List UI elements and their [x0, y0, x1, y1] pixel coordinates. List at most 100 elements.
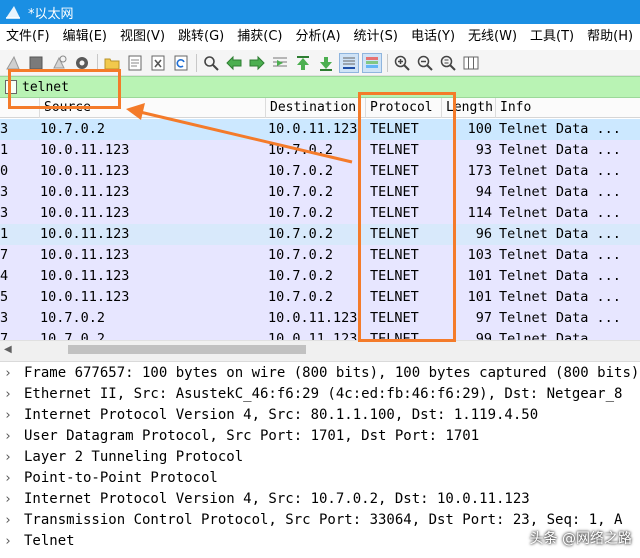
packet-info: Telnet Data ...: [499, 142, 621, 158]
packet-row[interactable]: 7 10.7.0.2 10.0.11.123 TELNET 99 Telnet Data …: [0, 329, 640, 340]
packet-destination: 10.7.0.2: [268, 163, 334, 179]
packet-number: 1: [0, 226, 9, 242]
packet-number: 3: [0, 205, 9, 221]
menu-item[interactable]: 分析(A): [289, 24, 347, 50]
zoom-in-icon[interactable]: [392, 53, 412, 73]
details-tree-item[interactable]: › Ethernet II, Src: AsustekC_46:f6:29 (4c…: [0, 384, 640, 405]
menu-item[interactable]: 编辑(E): [57, 24, 114, 50]
packet-row[interactable]: 4 10.0.11.123 10.7.0.2 TELNET 101 Telnet Data…: [0, 266, 640, 287]
packet-row[interactable]: 3 10.7.0.2 10.0.11.123 TELNET 97 Telnet Data …: [0, 308, 640, 329]
packet-info: Telnet Data ...: [499, 289, 621, 305]
menu-item[interactable]: 统计(S): [348, 24, 405, 50]
toolbar-separator: [196, 53, 197, 72]
details-tree-item[interactable]: › Point-to-Point Protocol: [0, 468, 640, 489]
packet-info: Telnet Data ...: [499, 331, 621, 340]
packet-info: Telnet Data ...: [499, 310, 621, 326]
details-tree-item[interactable]: › User Datagram Protocol, Src Port: 1701,…: [0, 426, 640, 447]
menu-bar: 文件(F) 编辑(E) 视图(V) 跳转(G) 捕获(C) 分析(A) 统计(S) 电话(Y)…: [0, 24, 640, 50]
expand-chevron-icon[interactable]: ›: [4, 489, 18, 510]
wireshark-fin-icon: [2, 1, 24, 23]
go-forward-icon[interactable]: [247, 53, 267, 73]
expand-chevron-icon[interactable]: ›: [4, 447, 18, 468]
packet-destination: 10.7.0.2: [268, 142, 334, 158]
zoom-reset-icon[interactable]: [438, 53, 458, 73]
packet-row[interactable]: 1 10.0.11.123 10.7.0.2 TELNET 96 Telnet Data …: [0, 224, 640, 245]
details-tree-label: User Datagram Protocol, Src Port: 1701, …: [24, 428, 480, 444]
details-tree-label: Internet Protocol Version 4, Src: 80.1.1…: [24, 407, 539, 423]
menu-item[interactable]: 跳转(G): [172, 24, 231, 50]
packet-info: Telnet Data ...: [499, 226, 621, 242]
packet-destination: 10.7.0.2: [268, 205, 334, 221]
menu-item[interactable]: 无线(W): [462, 24, 524, 50]
details-tree-item[interactable]: › Internet Protocol Version 4, Src: 10.7.…: [0, 489, 640, 510]
packet-row[interactable]: 3 10.0.11.123 10.7.0.2 TELNET 94 Telnet Data …: [0, 182, 640, 203]
packet-source: 10.0.11.123: [40, 289, 130, 305]
packet-source: 10.0.11.123: [40, 184, 130, 200]
packet-number: 4: [0, 268, 9, 284]
go-last-packet-icon[interactable]: [316, 53, 336, 73]
packet-destination: 10.0.11.123: [268, 310, 358, 326]
packet-row[interactable]: 5 10.0.11.123 10.7.0.2 TELNET 101 Telnet Data…: [0, 287, 640, 308]
packet-row[interactable]: 7 10.0.11.123 10.7.0.2 TELNET 103 Telnet Data…: [0, 245, 640, 266]
packet-row[interactable]: 1 10.0.11.123 10.7.0.2 TELNET 93 Telnet Data …: [0, 140, 640, 161]
expand-chevron-icon[interactable]: ›: [4, 510, 18, 531]
packet-number: 3: [0, 310, 9, 326]
reload-file-icon[interactable]: [171, 53, 191, 73]
window-title: *以太网: [28, 6, 74, 22]
menu-item[interactable]: 帮助(H): [581, 24, 640, 50]
scroll-left-arrow-icon[interactable]: ◀: [4, 344, 12, 355]
packet-info: Telnet Data ...: [499, 247, 621, 263]
details-tree-item[interactable]: › Layer 2 Tunneling Protocol: [0, 447, 640, 468]
column-header-info[interactable]: Info: [496, 98, 640, 118]
title-bar: *以太网: [0, 0, 640, 24]
packet-info: Telnet Data ...: [499, 184, 621, 200]
packet-number: 7: [0, 331, 9, 340]
packet-source: 10.7.0.2: [40, 331, 106, 340]
save-file-icon[interactable]: [125, 53, 145, 73]
packet-destination: 10.0.11.123: [268, 121, 358, 137]
details-tree-label: Point-to-Point Protocol: [24, 470, 218, 486]
resize-columns-icon[interactable]: [461, 53, 481, 73]
expand-chevron-icon[interactable]: ›: [4, 468, 18, 489]
menu-item[interactable]: 视图(V): [114, 24, 172, 50]
close-file-icon[interactable]: [148, 53, 168, 73]
go-to-packet-icon[interactable]: [270, 53, 290, 73]
packet-list-horizontal-scrollbar[interactable]: ◀: [0, 340, 640, 356]
packet-number: 7: [0, 247, 9, 263]
packet-row[interactable]: 3 10.7.0.2 10.0.11.123 TELNET 100 Telnet Data…: [0, 119, 640, 140]
column-header-destination[interactable]: Destination: [266, 98, 366, 118]
packet-source: 10.0.11.123: [40, 163, 130, 179]
packet-number: 3: [0, 184, 9, 200]
expand-chevron-icon[interactable]: ›: [4, 426, 18, 447]
packet-source: 10.7.0.2: [40, 121, 106, 137]
expand-chevron-icon[interactable]: ›: [4, 531, 18, 552]
menu-item[interactable]: 文件(F): [0, 24, 57, 50]
expand-chevron-icon[interactable]: ›: [4, 384, 18, 405]
packet-destination: 10.7.0.2: [268, 268, 334, 284]
packet-list: Source Destination Protocol Length Info …: [0, 98, 640, 340]
packet-destination: 10.0.11.123: [268, 331, 358, 340]
packet-source: 10.0.11.123: [40, 268, 130, 284]
go-back-icon[interactable]: [224, 53, 244, 73]
toolbar-separator: [387, 53, 388, 72]
packet-source: 10.7.0.2: [40, 310, 106, 326]
packet-source: 10.0.11.123: [40, 226, 130, 242]
zoom-out-icon[interactable]: [415, 53, 435, 73]
details-tree-item[interactable]: › Frame 677657: 100 bytes on wire (800 bi…: [0, 363, 640, 384]
expand-chevron-icon[interactable]: ›: [4, 405, 18, 426]
menu-item[interactable]: 捕获(C): [231, 24, 289, 50]
colorize-icon[interactable]: [362, 52, 382, 73]
packet-source: 10.0.11.123: [40, 205, 130, 221]
find-packet-icon[interactable]: [201, 53, 221, 73]
menu-item[interactable]: 电话(Y): [405, 24, 462, 50]
packet-row[interactable]: 0 10.0.11.123 10.7.0.2 TELNET 173 Telnet Data…: [0, 161, 640, 182]
menu-item[interactable]: 工具(T): [524, 24, 581, 50]
packet-row[interactable]: 3 10.0.11.123 10.7.0.2 TELNET 114 Telnet Data…: [0, 203, 640, 224]
go-first-packet-icon[interactable]: [293, 53, 313, 73]
scrollbar-thumb[interactable]: [68, 345, 306, 354]
details-tree-label: Telnet: [24, 533, 75, 549]
packet-number: 3: [0, 121, 9, 137]
expand-chevron-icon[interactable]: ›: [4, 363, 18, 384]
auto-scroll-icon[interactable]: [339, 52, 359, 73]
details-tree-item[interactable]: › Internet Protocol Version 4, Src: 80.1.…: [0, 405, 640, 426]
